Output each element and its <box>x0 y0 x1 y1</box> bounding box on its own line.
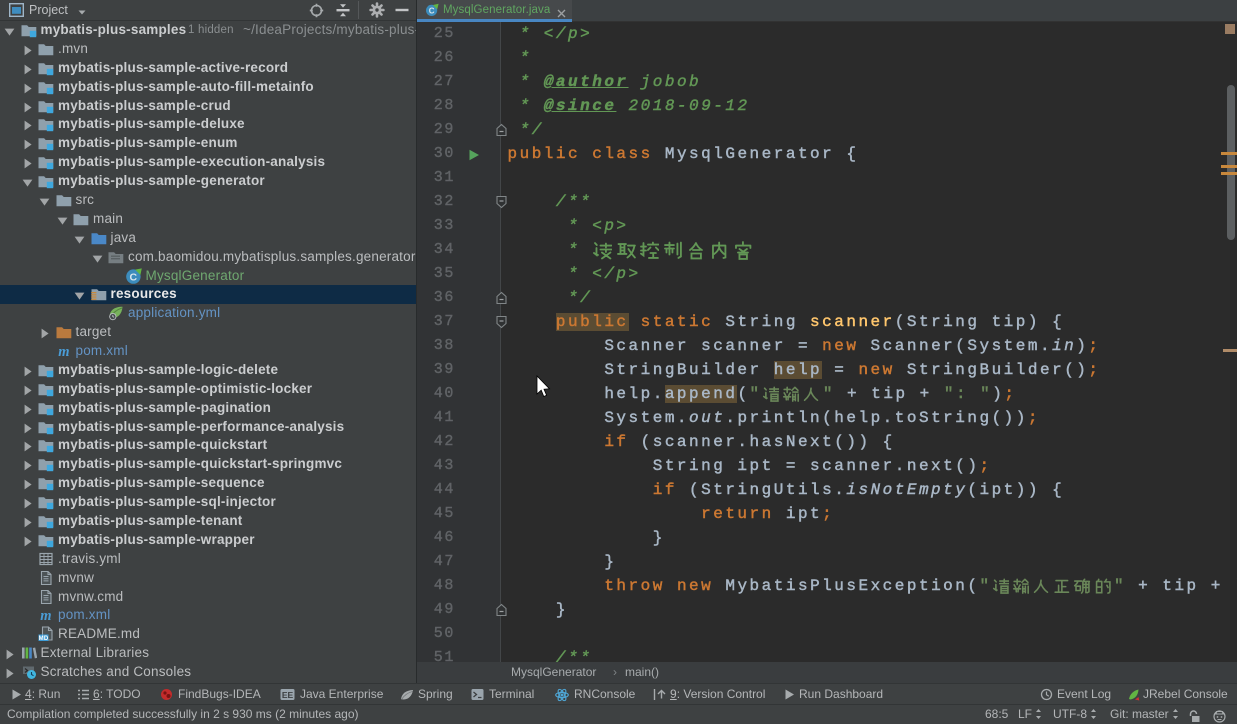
svg-text:C: C <box>429 6 435 15</box>
svg-text:MD: MD <box>39 636 49 642</box>
svg-text:m: m <box>40 608 51 623</box>
svg-text:C: C <box>129 271 137 283</box>
svg-text:m: m <box>58 344 69 359</box>
svg-text:EE: EE <box>282 690 294 700</box>
